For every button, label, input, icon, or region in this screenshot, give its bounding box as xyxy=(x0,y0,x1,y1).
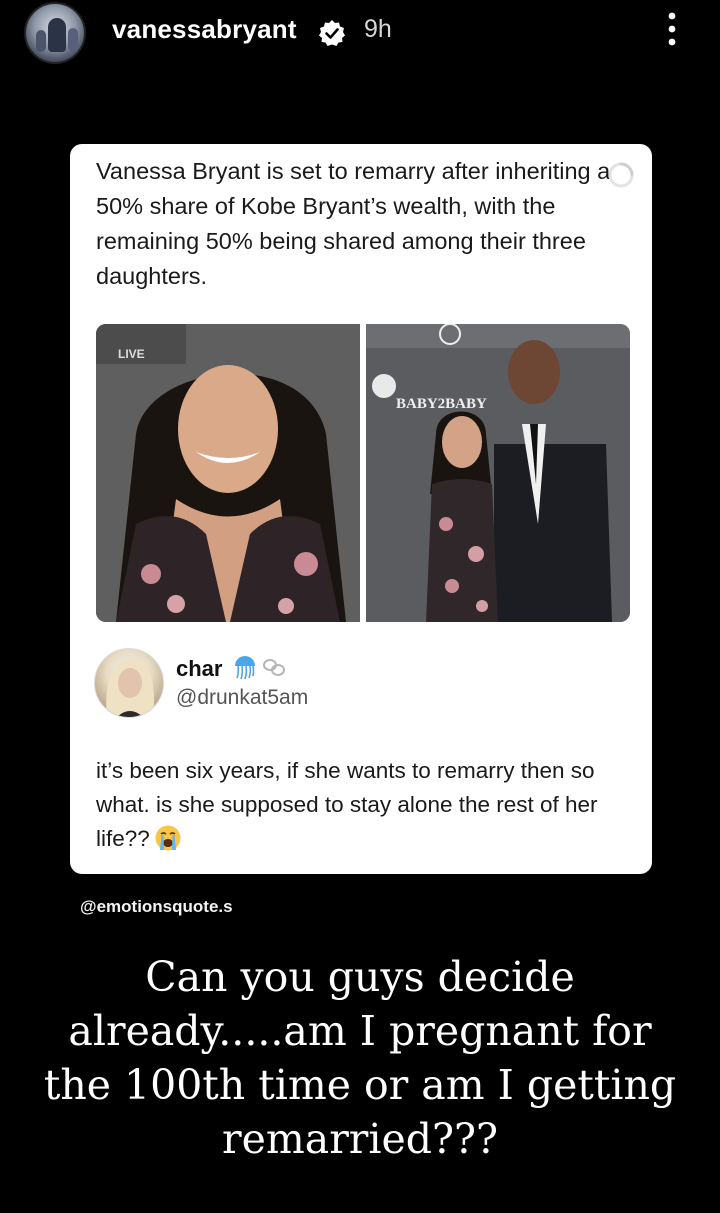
post-card: Vanessa Bryant is set to remarry after i… xyxy=(70,144,652,874)
post-timestamp: 9h xyxy=(364,15,392,43)
reply-text: it’s been six years, if she wants to rem… xyxy=(96,754,636,856)
profile-avatar[interactable] xyxy=(24,2,86,64)
svg-text:LIVE: LIVE xyxy=(118,347,145,361)
verified-badge-icon xyxy=(319,20,345,46)
spinner-icon xyxy=(608,162,634,188)
story-caption: Can you guys decide already.....am I pre… xyxy=(43,953,677,1163)
more-vertical-icon[interactable] xyxy=(660,10,684,50)
reply-avatar[interactable] xyxy=(94,648,164,718)
jellyfish-icon xyxy=(235,656,255,680)
reply-author-name[interactable]: char xyxy=(176,656,222,682)
story-header: vanessabryant 9h xyxy=(0,0,720,70)
svg-text:BABY2BABY: BABY2BABY xyxy=(396,396,487,412)
reply-author-handle[interactable]: @drunkat5am xyxy=(176,686,308,710)
photo-vanessa-portrait[interactable]: LIVE xyxy=(96,324,360,622)
username[interactable]: vanessabryant xyxy=(112,14,297,45)
loudly-crying-face-icon xyxy=(155,825,181,851)
headline-text: Vanessa Bryant is set to remarry after i… xyxy=(96,158,611,289)
photo-couple[interactable]: BABY2BABY xyxy=(366,324,630,622)
link-icon xyxy=(263,659,285,676)
source-mention[interactable]: @emotionsquote.s xyxy=(80,897,233,917)
